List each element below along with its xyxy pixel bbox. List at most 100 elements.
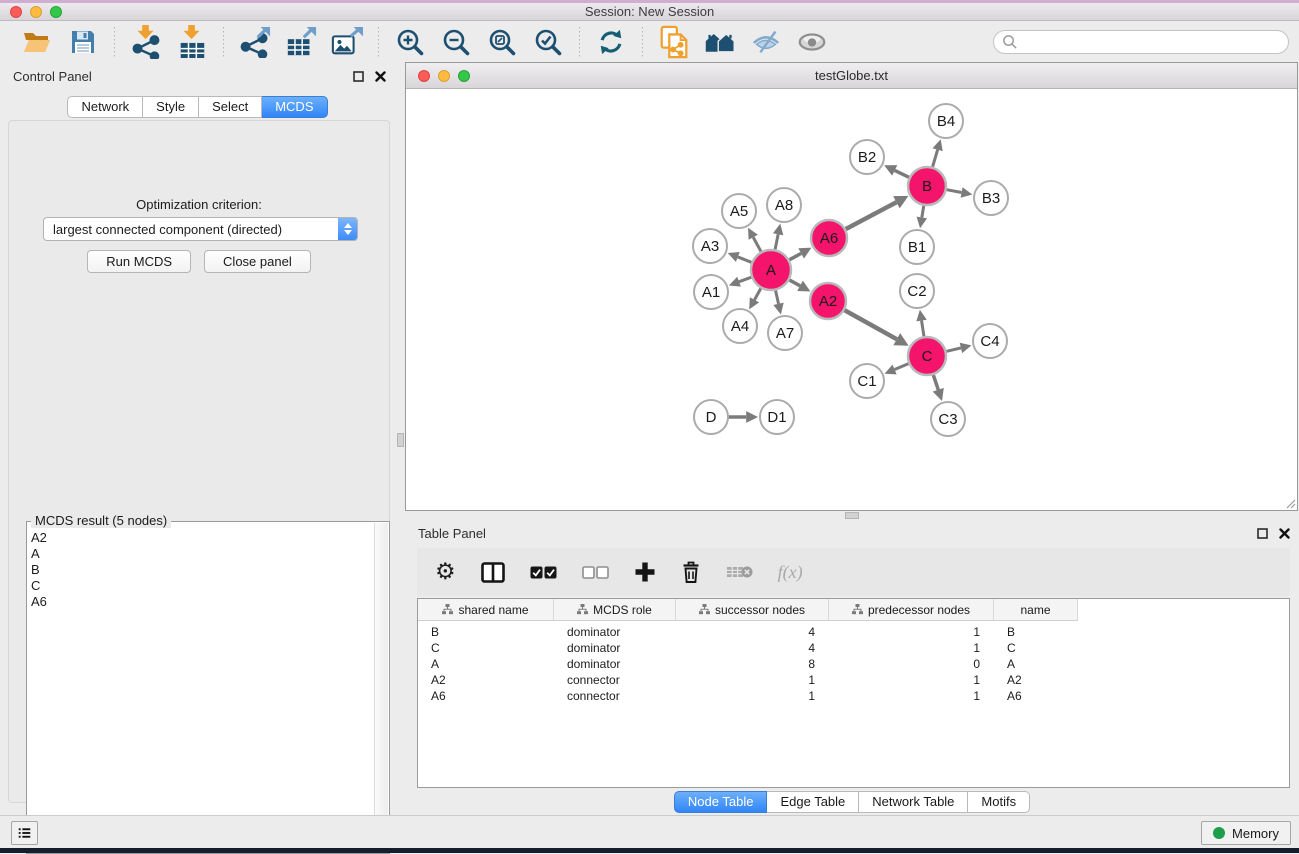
mcds-result-item[interactable]: B: [31, 562, 373, 578]
cell-successor-nodes[interactable]: 8: [676, 656, 829, 672]
cell-shared-name[interactable]: A: [418, 656, 554, 672]
close-panel-action-button[interactable]: Close panel: [204, 250, 311, 273]
export-table-button[interactable]: [285, 26, 317, 58]
show-panel-button[interactable]: [796, 26, 828, 58]
table-row[interactable]: A6connector11A6: [418, 688, 1289, 704]
cell-name[interactable]: A6: [994, 688, 1078, 704]
column-header-name[interactable]: name: [994, 599, 1078, 621]
edge-A6-B[interactable]: [844, 202, 896, 230]
column-header-shared-name[interactable]: shared name: [418, 599, 554, 621]
cell-mcds-role[interactable]: dominator: [554, 656, 676, 672]
table-row[interactable]: Adominator80A: [418, 656, 1289, 672]
tab-style[interactable]: Style: [143, 96, 199, 118]
hide-panel-button[interactable]: [750, 26, 782, 58]
edge-C-C1[interactable]: [895, 363, 911, 370]
import-table-button[interactable]: [176, 26, 208, 58]
cell-mcds-role[interactable]: connector: [554, 688, 676, 704]
edge-C-C4[interactable]: [945, 348, 961, 352]
deselect-all-button[interactable]: [582, 566, 609, 579]
table-row[interactable]: Bdominator41B: [418, 624, 1289, 640]
select-all-button[interactable]: [530, 566, 557, 579]
edge-B-B3[interactable]: [945, 189, 962, 192]
cell-shared-name[interactable]: B: [418, 624, 554, 640]
cell-shared-name[interactable]: C: [418, 640, 554, 656]
zoom-selected-button[interactable]: [532, 26, 564, 58]
cell-mcds-role[interactable]: connector: [554, 672, 676, 688]
cell-shared-name[interactable]: A2: [418, 672, 554, 688]
import-network-button[interactable]: [130, 26, 162, 58]
criterion-select[interactable]: largest connected component (directed): [43, 217, 358, 241]
edge-A-A5[interactable]: [753, 237, 762, 253]
edge-B-B2[interactable]: [895, 170, 911, 178]
cell-name[interactable]: A2: [994, 672, 1078, 688]
horizontal-split-handle[interactable]: [845, 512, 859, 519]
network-canvas[interactable]: B4B2BB3A8A5A6A3B1AC2A1A2A4A7C4CC1DD1C3: [406, 89, 1297, 510]
task-history-button[interactable]: [11, 821, 38, 845]
edge-A-A8[interactable]: [775, 234, 778, 251]
cell-successor-nodes[interactable]: 1: [676, 672, 829, 688]
result-scrollbar[interactable]: [374, 523, 388, 852]
resize-grip-icon[interactable]: [1284, 497, 1296, 509]
mcds-result-item[interactable]: A2: [31, 530, 373, 546]
edge-A2-C[interactable]: [843, 309, 897, 339]
edge-C-C3[interactable]: [933, 373, 939, 390]
tab-node-table[interactable]: Node Table: [674, 791, 768, 813]
edge-A-A4[interactable]: [754, 287, 761, 300]
network-window-titlebar[interactable]: testGlobe.txt: [406, 63, 1297, 89]
tab-motifs[interactable]: Motifs: [968, 791, 1030, 813]
table-close-button[interactable]: [1277, 526, 1291, 540]
tab-network[interactable]: Network: [67, 96, 143, 118]
column-header-mcds-role[interactable]: MCDS role: [554, 599, 676, 621]
cell-name[interactable]: B: [994, 624, 1078, 640]
cell-successor-nodes[interactable]: 4: [676, 640, 829, 656]
mcds-result-item[interactable]: C: [31, 578, 373, 594]
function-builder-button[interactable]: f(x): [778, 562, 803, 583]
edge-C-C2[interactable]: [922, 321, 925, 339]
copy-network-view-button[interactable]: [658, 26, 690, 58]
tab-select[interactable]: Select: [199, 96, 262, 118]
open-session-button[interactable]: [21, 26, 53, 58]
edge-B-B4[interactable]: [932, 150, 938, 169]
search-input[interactable]: [1017, 34, 1288, 49]
cell-successor-nodes[interactable]: 4: [676, 624, 829, 640]
tab-edge-table[interactable]: Edge Table: [767, 791, 859, 813]
cell-mcds-role[interactable]: dominator: [554, 624, 676, 640]
cell-predecessor-nodes[interactable]: 0: [829, 656, 994, 672]
export-network-button[interactable]: [239, 26, 271, 58]
memory-button[interactable]: Memory: [1201, 821, 1291, 845]
edge-A-A1[interactable]: [739, 277, 753, 282]
mcds-result-item[interactable]: A: [31, 546, 373, 562]
edge-A-A6[interactable]: [788, 253, 802, 260]
mcds-result-item[interactable]: A6: [31, 594, 373, 610]
cell-successor-nodes[interactable]: 1: [676, 688, 829, 704]
cell-predecessor-nodes[interactable]: 1: [829, 624, 994, 640]
network-graph[interactable]: B4B2BB3A8A5A6A3B1AC2A1A2A4A7C4CC1DD1C3: [406, 89, 1297, 510]
float-panel-button[interactable]: [351, 69, 365, 83]
vertical-split-handle[interactable]: [397, 433, 404, 447]
edge-A-A7[interactable]: [775, 289, 778, 304]
cell-predecessor-nodes[interactable]: 1: [829, 672, 994, 688]
zoom-fit-button[interactable]: [486, 26, 518, 58]
export-image-button[interactable]: [331, 26, 363, 58]
home-button[interactable]: [704, 26, 736, 58]
delete-column-button[interactable]: [681, 560, 701, 584]
column-header-successor-nodes[interactable]: successor nodes: [676, 599, 829, 621]
cell-name[interactable]: A: [994, 656, 1078, 672]
cell-predecessor-nodes[interactable]: 1: [829, 640, 994, 656]
close-panel-button[interactable]: [373, 69, 387, 83]
table-float-button[interactable]: [1255, 526, 1269, 540]
cell-predecessor-nodes[interactable]: 1: [829, 688, 994, 704]
delete-table-button[interactable]: [726, 563, 753, 581]
create-column-button[interactable]: [634, 561, 656, 583]
run-mcds-button[interactable]: Run MCDS: [87, 250, 191, 273]
toggle-columns-button[interactable]: [481, 562, 505, 583]
edge-A-A3[interactable]: [738, 257, 753, 263]
table-row[interactable]: Cdominator41C: [418, 640, 1289, 656]
cell-name[interactable]: C: [994, 640, 1078, 656]
node-table[interactable]: shared nameMCDS rolesuccessor nodesprede…: [417, 598, 1290, 788]
table-row[interactable]: A2connector11A2: [418, 672, 1289, 688]
zoom-in-button[interactable]: [394, 26, 426, 58]
cell-shared-name[interactable]: A6: [418, 688, 554, 704]
cell-mcds-role[interactable]: dominator: [554, 640, 676, 656]
table-mode-button[interactable]: ⚙: [435, 561, 456, 584]
